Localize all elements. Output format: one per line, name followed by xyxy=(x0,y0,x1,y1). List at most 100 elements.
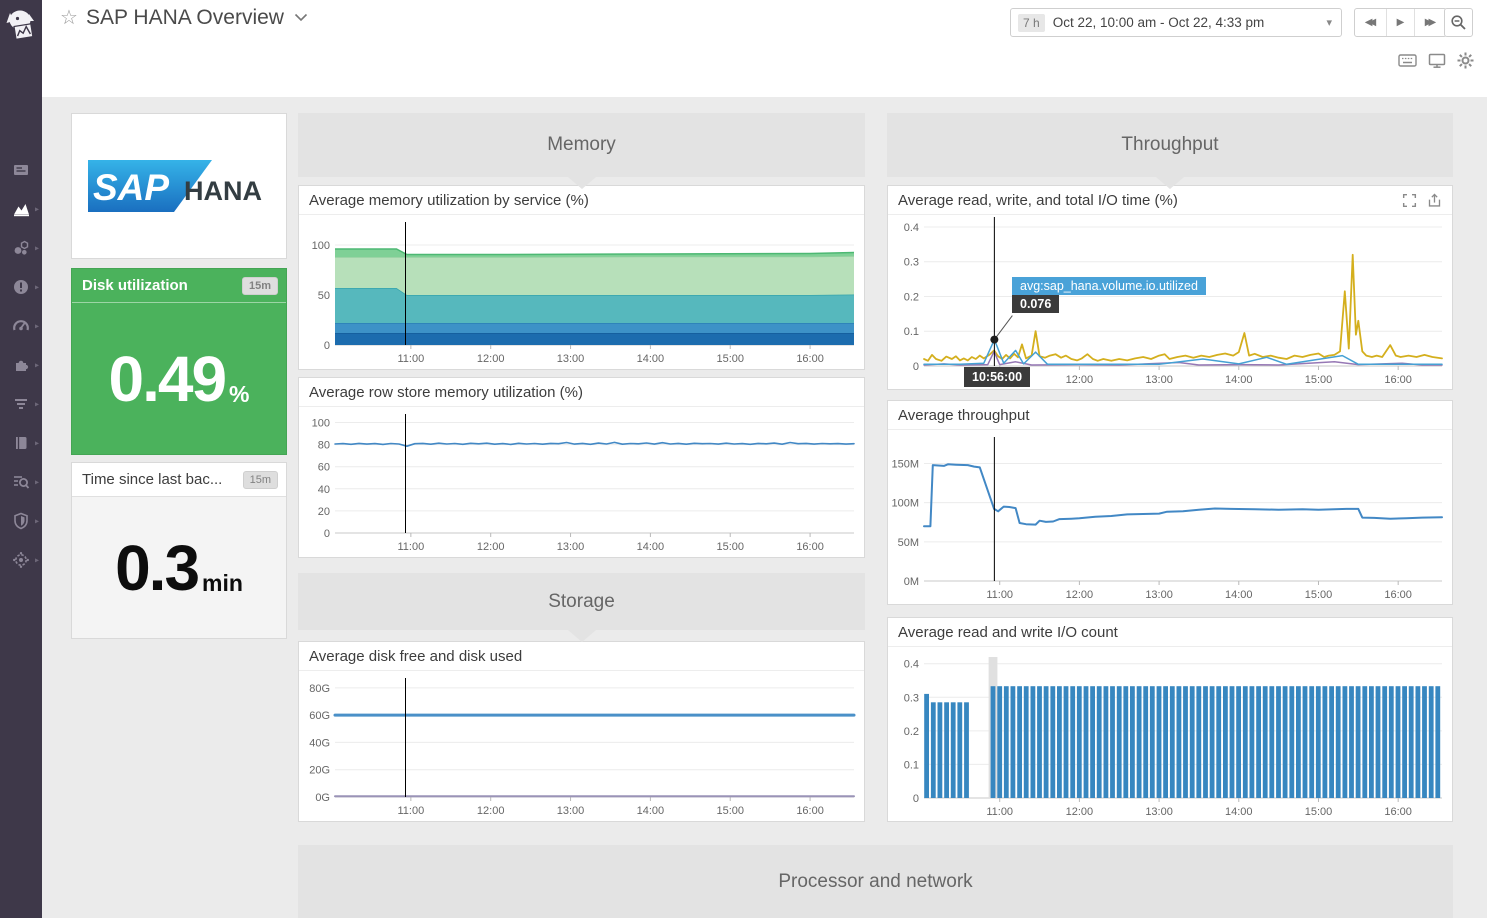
apm-traces-icon xyxy=(12,395,30,413)
keyboard-shortcuts-icon[interactable] xyxy=(1398,53,1417,68)
sidebar-item-synthetics[interactable]: ▸ xyxy=(0,540,42,579)
gear-icon[interactable] xyxy=(1457,52,1474,69)
time-range-picker[interactable]: 7 h Oct 22, 10:00 am - Oct 22, 4:33 pm ▾ xyxy=(1010,8,1342,37)
memory-by-service-chart[interactable]: 05010011:0012:0013:0014:0015:0016:00 xyxy=(299,215,864,369)
io-time-chart[interactable]: 00.10.20.30.411:0012:0013:0014:0015:0016… xyxy=(888,215,1452,390)
sidebar-item-integrations[interactable]: ▸ xyxy=(0,345,42,384)
svg-text:80: 80 xyxy=(318,440,330,452)
svg-text:150M: 150M xyxy=(891,459,919,471)
chevron-right-icon: ▸ xyxy=(35,477,39,486)
dashboard-menu-chevron-icon[interactable] xyxy=(294,9,308,27)
chart-title: Average memory utilization by service (%… xyxy=(309,192,589,209)
svg-text:40: 40 xyxy=(318,484,330,496)
time-backward-button[interactable]: ◀◀ xyxy=(1355,9,1387,36)
svg-text:15:00: 15:00 xyxy=(716,805,744,817)
hover-tooltip-metric: avg:sap_hana.volume.io.utilized xyxy=(1012,277,1206,295)
disk-free-used-chart[interactable]: 0G20G40G60G80G11:0012:0013:0014:0015:001… xyxy=(299,671,864,821)
svg-text:0.1: 0.1 xyxy=(904,759,919,771)
svg-text:11:00: 11:00 xyxy=(986,806,1013,818)
sidebar: ▸ ▸ ▸ ▸ ▸ xyxy=(0,0,42,918)
svg-text:14:00: 14:00 xyxy=(637,805,665,817)
section-title: Throughput xyxy=(1121,134,1218,156)
sap-hana-logo-card: SAP HANA xyxy=(71,113,287,259)
section-title: Storage xyxy=(548,591,615,613)
shield-icon xyxy=(12,512,30,530)
io-count-chart-card: Average read and write I/O count 0 0.1 0.2… xyxy=(887,617,1453,822)
io-time-chart-card: Average read, write, and total I/O time … xyxy=(887,185,1453,390)
svg-text:100M: 100M xyxy=(891,498,919,510)
sidebar-item-monitors[interactable]: ▸ xyxy=(0,267,42,306)
svg-text:13:00: 13:00 xyxy=(1145,806,1173,818)
svg-text:100: 100 xyxy=(312,240,330,252)
svg-text:13:00: 13:00 xyxy=(557,805,585,817)
svg-text:0M: 0M xyxy=(904,576,919,588)
time-since-backup-card[interactable]: Time since last bac... 15m 0.3 min xyxy=(71,462,287,639)
svg-text:80G: 80G xyxy=(309,683,330,695)
chevron-right-icon: ▸ xyxy=(35,243,39,252)
svg-text:0G: 0G xyxy=(315,792,330,804)
svg-text:0: 0 xyxy=(913,361,919,373)
svg-text:13:00: 13:00 xyxy=(1145,589,1173,601)
export-icon[interactable] xyxy=(1427,193,1442,208)
avg-throughput-chart[interactable]: 0M50M100M150M11:0012:0013:0014:0015:0016… xyxy=(888,430,1452,605)
chart-title: Average read and write I/O count xyxy=(898,624,1118,641)
svg-text:40G: 40G xyxy=(309,737,330,749)
svg-text:12:00: 12:00 xyxy=(477,805,505,817)
disk-utilization-title: Disk utilization xyxy=(82,277,188,294)
disk-free-used-chart-card: Average disk free and disk used 0G20G40G… xyxy=(298,641,865,822)
hover-tooltip-time: 10:56:00 xyxy=(964,367,1030,387)
svg-text:15:00: 15:00 xyxy=(1305,374,1333,386)
row-store-chart[interactable]: 02040608010011:0012:0013:0014:0015:0016:… xyxy=(299,407,864,557)
datadog-dashboard: ▸ ▸ ▸ ▸ ▸ xyxy=(0,0,1487,918)
svg-text:0: 0 xyxy=(913,793,919,805)
chart-title: Average row store memory utilization (%) xyxy=(309,384,583,401)
favorite-star-icon[interactable]: ☆ xyxy=(60,5,78,30)
time-play-button[interactable]: ▶ xyxy=(1387,9,1415,36)
svg-text:16:00: 16:00 xyxy=(796,805,824,817)
notebook-icon xyxy=(12,434,30,452)
section-header-throughput: Throughput xyxy=(887,113,1453,177)
svg-text:100: 100 xyxy=(312,418,330,430)
svg-text:13:00: 13:00 xyxy=(1145,374,1173,386)
sidebar-item-events[interactable] xyxy=(0,150,42,189)
svg-text:11:00: 11:00 xyxy=(986,589,1013,601)
infrastructure-icon xyxy=(12,239,30,257)
disk-utilization-card[interactable]: Disk utilization 15m 0.49 % xyxy=(71,268,287,455)
time-since-backup-unit: min xyxy=(202,570,243,597)
datadog-logo-icon[interactable] xyxy=(0,0,42,52)
svg-text:60: 60 xyxy=(318,462,330,474)
zoom-out-button[interactable] xyxy=(1444,8,1473,37)
svg-text:20: 20 xyxy=(318,506,330,518)
logs-search-icon xyxy=(12,473,30,491)
time-forward-button[interactable]: ▶▶ xyxy=(1415,9,1446,36)
chevron-right-icon: ▸ xyxy=(35,555,39,564)
io-count-chart[interactable]: 00.10.20.30.411:0012:0013:0014:0015:0016… xyxy=(888,647,1452,822)
svg-text:14:00: 14:00 xyxy=(1225,806,1253,818)
section-notch xyxy=(568,630,596,642)
events-icon xyxy=(12,161,30,179)
tv-mode-icon[interactable] xyxy=(1428,53,1446,69)
svg-text:20G: 20G xyxy=(309,765,330,777)
sidebar-item-dashboards[interactable]: ▸ xyxy=(0,189,42,228)
zoom-out-icon xyxy=(1450,14,1467,31)
sidebar-item-notebooks[interactable]: ▸ xyxy=(0,423,42,462)
time-span-badge: 7 h xyxy=(1018,14,1045,32)
sidebar-item-logs[interactable]: ▸ xyxy=(0,462,42,501)
expand-icon[interactable] xyxy=(1402,193,1417,208)
sidebar-item-infrastructure[interactable]: ▸ xyxy=(0,228,42,267)
svg-text:11:00: 11:00 xyxy=(397,541,424,553)
integrations-puzzle-icon xyxy=(12,356,30,374)
chart-title: Average read, write, and total I/O time … xyxy=(898,192,1178,209)
svg-text:16:00: 16:00 xyxy=(1384,589,1412,601)
svg-text:50M: 50M xyxy=(898,537,919,549)
sidebar-item-security[interactable]: ▸ xyxy=(0,501,42,540)
disk-utilization-unit: % xyxy=(229,381,249,408)
svg-text:11:00: 11:00 xyxy=(397,805,424,817)
svg-text:0.2: 0.2 xyxy=(904,726,919,738)
sidebar-item-apm[interactable]: ▸ xyxy=(0,384,42,423)
chevron-right-icon: ▸ xyxy=(35,321,39,330)
page-title: SAP HANA Overview xyxy=(86,6,284,30)
sidebar-item-metrics[interactable]: ▸ xyxy=(0,306,42,345)
dashboards-icon xyxy=(12,200,31,218)
svg-text:15:00: 15:00 xyxy=(1305,806,1333,818)
